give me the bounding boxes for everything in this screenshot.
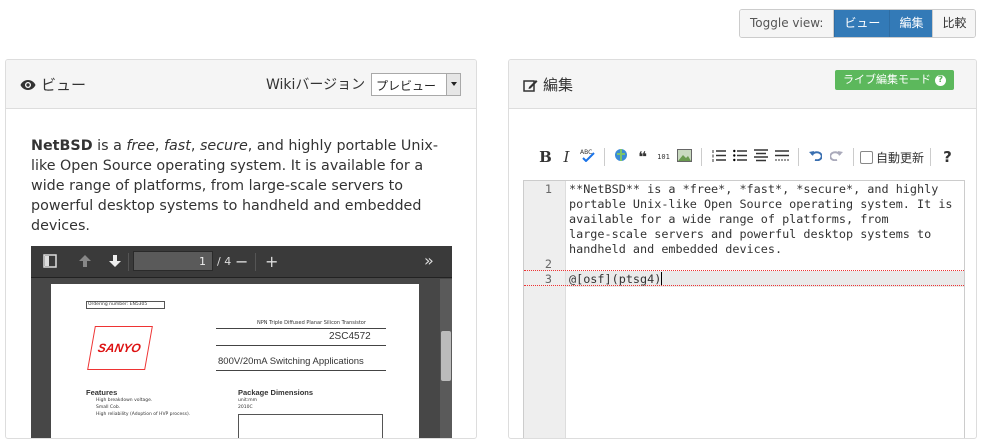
wiki-version-label: Wikiバージョン — [266, 77, 366, 93]
article-em-secure: secure — [199, 138, 248, 154]
feature-item: Small Cob. — [96, 405, 121, 410]
chevron-down-icon — [446, 74, 460, 95]
ordering-number: Ordering number: EN5305 — [88, 302, 148, 307]
package-unit: unit:mm — [238, 398, 258, 403]
line-number: 2 — [544, 257, 552, 271]
editor-line: portable Unix-like Open Source operating… — [569, 197, 953, 211]
redo-icon[interactable] — [826, 150, 847, 165]
line-gutter — [524, 181, 566, 438]
edit-panel-header: 編集 ライブ編集モード ? — [509, 60, 976, 109]
pdf-viewer[interactable]: 1 / 4 − + » Ordering number: EN5305 NPN … — [31, 246, 452, 438]
article-em-free: free — [126, 138, 155, 154]
editor-line: large-scale servers and powerful desktop… — [569, 227, 932, 241]
previous-page-icon[interactable] — [78, 254, 92, 268]
compare-button[interactable]: 比較 — [932, 10, 976, 37]
wiki-version-value: プレビュー — [376, 79, 437, 93]
view-panel-title-text: ビュー — [41, 76, 87, 94]
application-title: 800V/20mA Switching Applications — [218, 356, 364, 367]
divider — [701, 148, 702, 166]
divider — [604, 148, 605, 166]
pdf-toolbar: 1 / 4 − + » — [31, 246, 452, 278]
page-count: / 4 — [217, 255, 232, 268]
quote-button[interactable]: ❝ — [632, 148, 653, 166]
divider — [798, 148, 799, 166]
ordered-list-icon[interactable] — [708, 149, 729, 166]
edit-button[interactable]: 編集 — [889, 10, 933, 37]
doc-rule — [216, 370, 386, 371]
svg-text:ABC: ABC — [580, 149, 592, 156]
divider — [255, 253, 256, 271]
edit-panel-title: 編集 — [523, 74, 573, 95]
doc-rule — [216, 345, 386, 346]
page-number-input[interactable]: 1 — [133, 251, 213, 271]
scrollbar-thumb[interactable] — [441, 331, 451, 381]
italic-button[interactable]: I — [556, 148, 577, 166]
pdf-scrollbar[interactable] — [440, 279, 452, 438]
view-panel-header: ビュー Wikiバージョン プレビュー — [6, 60, 476, 109]
article-text: NetBSD is a free, fast, secure, and high… — [31, 136, 451, 236]
article-strong: NetBSD — [31, 138, 93, 154]
editor-line: available for a wide range of platforms,… — [569, 212, 889, 226]
undo-icon[interactable] — [805, 150, 826, 165]
markdown-editor[interactable]: 1 2 3 **NetBSD** is a *free*, *fast*, *s… — [523, 180, 965, 438]
auto-update-checkbox[interactable] — [860, 150, 873, 164]
image-icon[interactable] — [674, 148, 695, 166]
spell-underline — [524, 270, 964, 271]
heading-icon[interactable] — [750, 148, 771, 166]
edit-panel-title-text: 編集 — [543, 76, 574, 94]
more-tools-icon[interactable]: » — [424, 251, 434, 270]
question-icon: ? — [935, 74, 946, 86]
divider — [128, 253, 129, 271]
article-text-3: , — [190, 138, 200, 154]
auto-update-label: 自動更新 — [876, 150, 925, 165]
editor-line-text: @[osf](ptsg4) — [569, 272, 662, 286]
article-em-fast: fast — [164, 138, 191, 154]
zoom-out-icon[interactable]: − — [235, 252, 248, 271]
view-panel: ビュー Wikiバージョン プレビュー NetBSD is a free, fa… — [5, 59, 477, 439]
toggle-view-label: Toggle view: — [740, 10, 835, 37]
line-number: 3 — [544, 272, 552, 286]
wiki-version-select[interactable]: プレビュー — [371, 73, 461, 96]
line-number: 1 — [544, 182, 552, 196]
article-text-2: , — [154, 138, 164, 154]
live-edit-mode-button[interactable]: ライブ編集モード ? — [835, 70, 954, 90]
link-icon[interactable] — [611, 147, 632, 167]
view-panel-title: ビュー — [20, 74, 86, 95]
edit-icon — [523, 79, 538, 92]
package-heading: Package Dimensions — [238, 388, 314, 397]
auto-update-toggle[interactable]: 自動更新 — [860, 149, 924, 166]
view-button[interactable]: ビュー — [834, 10, 890, 37]
editor-line: handheld and embedded devices. — [569, 242, 783, 256]
horizontal-rule-icon[interactable] — [771, 149, 792, 166]
zoom-in-icon[interactable]: + — [265, 252, 278, 271]
editor-toolbar: B I ABC ❝ 101 自動更新 ? — [535, 146, 965, 168]
feature-item: High reliability (Adoption of HVP proces… — [96, 412, 191, 417]
doc-rule — [216, 328, 386, 329]
feature-item: High breakdown voltage. — [96, 398, 153, 403]
brand-text: SANYO — [96, 341, 142, 355]
part-number: 2SC4572 — [329, 331, 371, 342]
editor-line: @[osf](ptsg4) — [569, 272, 663, 286]
package-drawing — [238, 414, 383, 438]
edit-panel: 編集 ライブ編集モード ? B I ABC ❝ 101 自動更新 ? 1 2 3… — [508, 59, 977, 439]
spellcheck-icon[interactable]: ABC — [577, 148, 598, 166]
divider — [853, 148, 854, 166]
features-heading: Features — [86, 388, 118, 397]
unordered-list-icon[interactable] — [729, 149, 750, 166]
toggle-view-group: Toggle view: ビュー 編集 比較 — [739, 9, 977, 38]
doc-subtitle: NPN Triple Diffused Planar Silicon Trans… — [257, 320, 366, 326]
next-page-icon[interactable] — [108, 254, 122, 268]
code-button[interactable]: 101 — [653, 153, 674, 161]
divider — [930, 148, 932, 166]
article-text-1: is a — [92, 138, 127, 154]
text-cursor — [661, 272, 663, 285]
help-button[interactable]: ? — [937, 148, 958, 166]
live-edit-mode-label: ライブ編集モード — [843, 73, 931, 86]
editor-line: **NetBSD** is a *free*, *fast*, *secure*… — [569, 182, 939, 196]
bold-button[interactable]: B — [535, 148, 556, 166]
package-code: 2010C — [238, 405, 253, 410]
sidebar-toggle-icon[interactable] — [43, 254, 57, 268]
eye-icon — [20, 79, 36, 90]
sanyo-logo: SANYO — [87, 326, 153, 370]
